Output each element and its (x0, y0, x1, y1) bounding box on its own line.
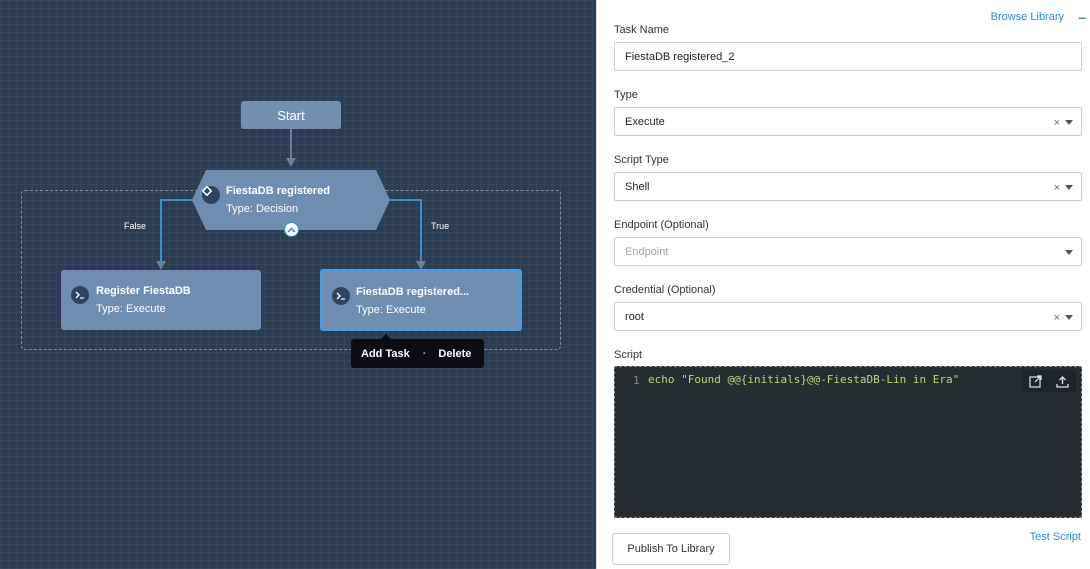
script-editor[interactable]: 1 echo "Found @@{initials}@@-FiestaDB-Li… (614, 366, 1082, 518)
collapse-panel-icon[interactable]: – (1078, 10, 1086, 24)
upload-icon[interactable] (1056, 375, 1069, 388)
caret-down-icon (1065, 120, 1073, 125)
credential-select[interactable]: root × (614, 302, 1082, 331)
publish-to-library-button[interactable]: Publish To Library (612, 533, 730, 565)
decision-icon (202, 186, 220, 204)
open-external-icon[interactable] (1029, 374, 1042, 388)
decision-node[interactable]: FiestaDB registered Type: Decision (192, 170, 390, 230)
menu-separator: · (422, 347, 427, 360)
caret-down-icon (1065, 250, 1073, 255)
line-number: 1 (633, 374, 640, 387)
workflow-canvas[interactable]: Start FiestaDB registered Type: Decision… (0, 0, 596, 569)
start-label: Start (277, 107, 305, 123)
task-config-panel: Browse Library – Task Name FiestaDB regi… (596, 0, 1090, 569)
script-type-label: Script Type (614, 154, 669, 166)
task-type: Type: Execute (356, 304, 426, 316)
clear-icon[interactable]: × (1054, 312, 1060, 324)
false-branch-label: False (124, 221, 147, 231)
editor-toolbar (1022, 370, 1076, 392)
test-script-link[interactable]: Test Script (1030, 531, 1081, 543)
caret-down-icon (1065, 315, 1073, 320)
task-node-register-fiestadb[interactable]: Register FiestaDB Type: Execute (61, 270, 261, 330)
decision-shape (192, 170, 390, 230)
delete-button[interactable]: Delete (438, 348, 471, 360)
browse-library-link[interactable]: Browse Library (991, 11, 1064, 23)
decision-title: FiestaDB registered (226, 185, 330, 197)
terminal-icon (71, 286, 89, 304)
task-title: FiestaDB registered... (356, 286, 470, 298)
node-context-menu: Add Task · Delete (351, 334, 484, 368)
type-select[interactable]: Execute × (614, 107, 1082, 136)
task-node-fiestadb-registered-selected[interactable]: FiestaDB registered... Type: Execute (320, 269, 522, 331)
task-type: Type: Execute (96, 303, 166, 315)
endpoint-select[interactable]: Endpoint (614, 237, 1082, 266)
endpoint-label: Endpoint (Optional) (614, 219, 709, 231)
clear-icon[interactable]: × (1054, 182, 1060, 194)
terminal-icon (332, 287, 350, 305)
start-node[interactable]: Start (241, 101, 341, 129)
script-type-value: Shell (625, 180, 650, 193)
clear-icon[interactable]: × (1054, 117, 1060, 129)
script-code-line[interactable]: echo "Found @@{initials}@@-FiestaDB-Lin … (648, 373, 959, 386)
task-name-input[interactable]: FiestaDB registered_2 (614, 42, 1082, 71)
decision-type: Type: Decision (226, 203, 299, 215)
add-task-button[interactable]: Add Task (361, 348, 410, 360)
chevron-up-icon (287, 226, 296, 233)
caret-down-icon (1065, 185, 1073, 190)
script-type-select[interactable]: Shell × (614, 172, 1082, 201)
credential-label: Credential (Optional) (614, 284, 716, 296)
type-value: Execute (625, 115, 665, 128)
collapse-branch-button[interactable] (284, 222, 299, 237)
credential-value: root (625, 310, 644, 323)
script-label: Script (614, 349, 643, 361)
type-label: Type (614, 89, 638, 101)
true-branch-label: True (431, 221, 450, 231)
task-title: Register FiestaDB (96, 285, 191, 297)
endpoint-placeholder: Endpoint (625, 245, 669, 258)
task-name-label: Task Name (614, 24, 670, 36)
task-name-value: FiestaDB registered_2 (625, 50, 735, 63)
